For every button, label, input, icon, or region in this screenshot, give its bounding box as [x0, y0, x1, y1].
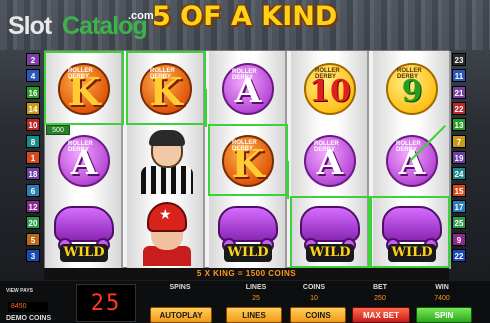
win-banner-title: 5 OF A KIND: [152, 1, 338, 32]
star-icon: ★: [159, 206, 172, 222]
ace-symbol: ROLLER DERBY A: [222, 63, 274, 115]
wild-label: WILD: [224, 244, 272, 262]
payline-number[interactable]: 25: [452, 216, 466, 229]
coins-button[interactable]: COINS: [290, 307, 346, 323]
payline-number[interactable]: 13: [452, 118, 466, 131]
symbol-cell: ROLLER DERBY A: [209, 53, 287, 125]
payline-number[interactable]: 17: [452, 200, 466, 213]
coins-value: 10: [310, 295, 318, 302]
win-label: WIN: [435, 284, 449, 291]
payline-number[interactable]: 19: [452, 151, 466, 164]
symbol-cell: ★: [127, 197, 205, 269]
symbol-tag: ROLLER DERBY: [315, 68, 340, 80]
wild-skate-symbol: WILD: [48, 200, 120, 266]
skate-icon: [54, 206, 114, 242]
payline-number[interactable]: 3: [26, 249, 40, 262]
payline-number[interactable]: 8: [26, 135, 40, 148]
lines-label: LINES: [245, 284, 267, 291]
payline-number[interactable]: 22: [452, 249, 466, 262]
symbol-cell: WILD: [209, 197, 287, 269]
wild-skate-symbol: WILD: [212, 200, 284, 266]
symbol-tag: ROLLER DERBY: [68, 141, 93, 153]
lines-value: 25: [252, 295, 260, 302]
logo-com-text: .com: [128, 10, 154, 22]
ace-symbol: ROLLER DERBY A: [386, 135, 438, 187]
payline-number[interactable]: 11: [452, 69, 466, 82]
wild-label: WILD: [60, 244, 108, 262]
symbol-tag: ROLLER DERBY: [396, 141, 421, 153]
win-highlight-frame: [370, 196, 450, 268]
win-value: 7400: [434, 295, 450, 302]
payline-number[interactable]: 2: [26, 53, 40, 66]
payline-number[interactable]: 20: [26, 216, 40, 229]
win-highlight-frame: [126, 51, 206, 125]
symbol-cell: ROLLER DERBY A: [373, 125, 451, 197]
roller-girl-symbol: ★: [133, 200, 199, 266]
symbol-cell: [127, 125, 205, 197]
symbol-tag: ROLLER DERBY: [232, 69, 257, 81]
payline-segment: [287, 161, 289, 199]
payline-number[interactable]: 1: [26, 151, 40, 164]
symbol-cell: WILD: [45, 197, 123, 269]
symbol-tag: ROLLER DERBY: [314, 141, 339, 153]
ten-symbol: ROLLER DERBY 10: [304, 63, 356, 115]
payline-number[interactable]: 18: [26, 167, 40, 180]
referee-symbol: [133, 128, 199, 194]
demo-coins-label: DEMO COINS: [6, 315, 52, 322]
win-amount-tag: 500: [46, 125, 70, 135]
payline-number[interactable]: 16: [26, 86, 40, 99]
lines-button[interactable]: LINES: [226, 307, 282, 323]
led-display: 25: [76, 284, 136, 322]
payline-number[interactable]: 7: [452, 135, 466, 148]
referee-shirt-icon: [141, 166, 193, 194]
win-message: 5 X KING = 1500 COINS: [44, 268, 449, 280]
payline-number[interactable]: 24: [452, 167, 466, 180]
referee-hair-icon: [149, 130, 185, 146]
payline-number[interactable]: 12: [26, 200, 40, 213]
bet-label: BET: [373, 284, 387, 291]
autoplay-button[interactable]: AUTOPLAY: [150, 307, 212, 323]
game-stage: Slot Catalog .com 5 OF A KIND 2 4 16 14 …: [0, 0, 490, 323]
payline-number[interactable]: 5: [26, 233, 40, 246]
payline-number[interactable]: 15: [452, 184, 466, 197]
bet-value: 250: [374, 295, 386, 302]
view-pays-button[interactable]: VIEW PAYS: [6, 288, 33, 294]
symbol-cell: ROLLER DERBY A: [291, 125, 369, 197]
logo-slot-text: Slot: [8, 12, 52, 40]
max-bet-button[interactable]: MAX BET: [352, 307, 410, 323]
skate-icon: [218, 206, 278, 242]
spin-button[interactable]: SPIN: [416, 307, 472, 323]
credits-display: 8450: [8, 302, 48, 312]
payline-number[interactable]: 22: [452, 102, 466, 115]
symbol-tag: ROLLER DERBY: [397, 68, 422, 80]
spins-label: SPINS: [169, 284, 191, 291]
slotcatalog-logo: Slot Catalog .com: [4, 6, 154, 40]
payline-number[interactable]: 9: [452, 233, 466, 246]
ace-symbol: ROLLER DERBY A: [304, 135, 356, 187]
symbol-cell: ROLLER DERBY 9: [373, 53, 451, 125]
win-highlight-frame: [290, 196, 370, 268]
payline-number[interactable]: 10: [26, 118, 40, 131]
nine-symbol: ROLLER DERBY 9: [386, 63, 438, 115]
payline-segment: [205, 89, 207, 127]
win-highlight-frame: [44, 51, 124, 125]
payline-number[interactable]: 4: [26, 69, 40, 82]
ace-symbol: ROLLER DERBY A: [58, 135, 110, 187]
payline-number[interactable]: 23: [452, 53, 466, 66]
payline-number[interactable]: 6: [26, 184, 40, 197]
spins-value: [150, 295, 210, 304]
symbol-cell: ROLLER DERBY 10: [291, 53, 369, 125]
payline-number[interactable]: 14: [26, 102, 40, 115]
coins-label: COINS: [302, 284, 326, 291]
win-highlight-frame: [208, 124, 288, 196]
payline-number[interactable]: 21: [452, 86, 466, 99]
